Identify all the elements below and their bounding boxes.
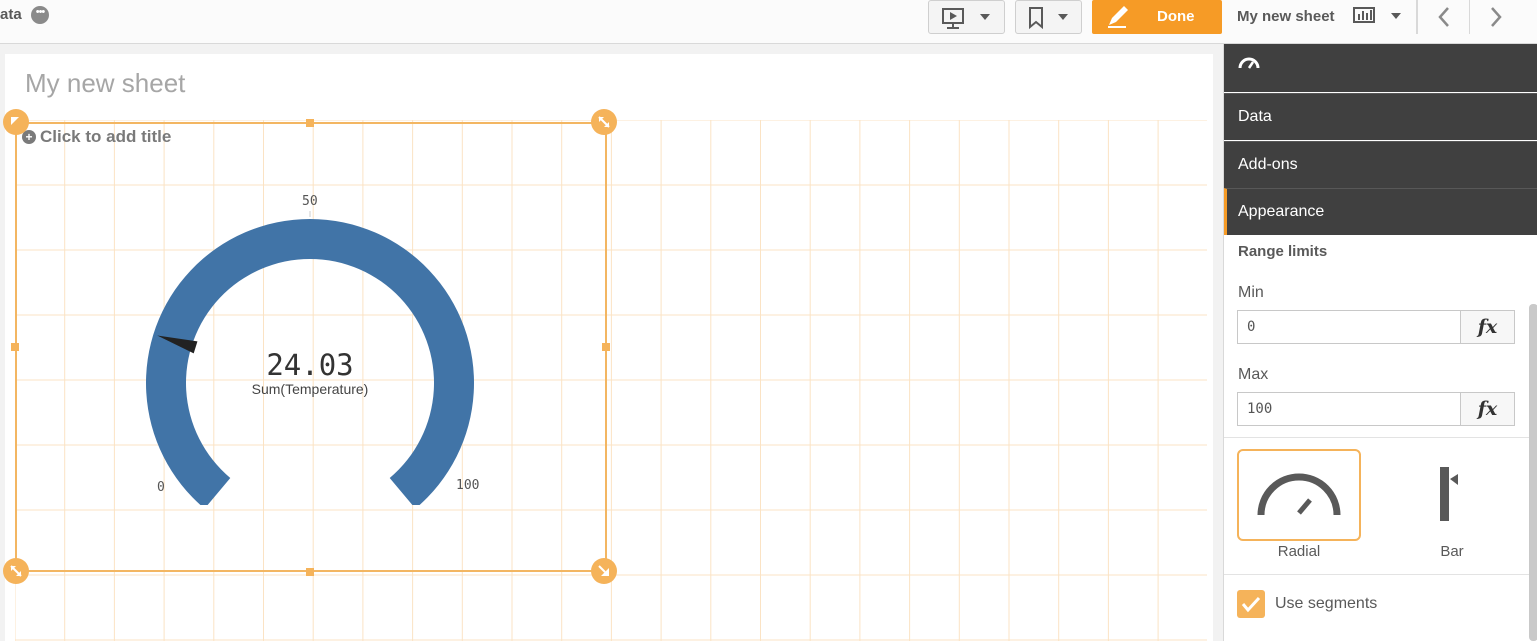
more-options-icon[interactable]: ••• — [31, 6, 49, 24]
max-label: Max — [1238, 366, 1269, 383]
max-expression-button[interactable]: fx — [1460, 393, 1514, 425]
chevron-down-icon — [1391, 13, 1401, 19]
radial-style-label: Radial — [1277, 543, 1321, 560]
panel-header — [1224, 44, 1537, 92]
gauge-measure-label: Sum(Temperature) — [251, 381, 369, 397]
gauge-chart[interactable] — [130, 185, 490, 505]
range-limits-title: Range limits — [1238, 243, 1328, 260]
resize-arrow-icon — [598, 565, 609, 576]
gauge-value: 24.03 — [266, 348, 354, 382]
max-input[interactable] — [1238, 393, 1460, 425]
radial-gauge-icon — [1257, 473, 1341, 516]
gauge-icon — [1238, 57, 1260, 69]
bar-style-label: Bar — [1440, 543, 1464, 560]
add-title-prompt[interactable]: + Click to add title — [22, 127, 171, 147]
sheet-title[interactable]: My new sheet — [25, 68, 185, 99]
present-icon — [942, 8, 990, 29]
resize-handle-top-right[interactable] — [591, 109, 617, 135]
bar-gauge-icon — [1440, 467, 1458, 521]
resize-handle-top[interactable] — [306, 119, 314, 127]
resize-handle-top-left[interactable] — [3, 109, 29, 135]
checkmark-icon — [1241, 596, 1261, 613]
use-segments-checkbox[interactable] — [1237, 590, 1265, 618]
resize-handle-left[interactable] — [11, 343, 19, 351]
section-addons[interactable]: Add-ons — [1224, 141, 1537, 188]
chevron-left-icon — [1438, 7, 1449, 27]
divider — [1224, 574, 1534, 575]
use-segments-label: Use segments — [1275, 595, 1378, 612]
bar-style-option[interactable] — [1390, 449, 1514, 541]
min-input[interactable] — [1238, 311, 1460, 343]
sheet-selector-label: My new sheet — [1237, 8, 1335, 25]
present-button[interactable] — [928, 0, 1005, 34]
resize-handle-right[interactable] — [602, 343, 610, 351]
previous-sheet-button[interactable] — [1417, 0, 1469, 34]
divider — [1224, 437, 1534, 438]
gauge-tick-label-min: 0 — [157, 480, 165, 495]
toolbar: ata ••• Done My new sheet — [0, 0, 1537, 44]
bookmark-button[interactable] — [1015, 0, 1082, 34]
section-appearance-label: Appearance — [1238, 203, 1325, 220]
properties-panel: Data Add-ons Appearance Range limits Min… — [1223, 44, 1537, 641]
section-addons-label: Add-ons — [1238, 156, 1298, 173]
min-field: fx — [1237, 310, 1515, 344]
min-expression-button[interactable]: fx — [1460, 311, 1514, 343]
gauge-tick-label-mid: 50 — [302, 194, 318, 209]
sheet-selector[interactable]: My new sheet — [1225, 0, 1417, 34]
resize-arrow-icon — [598, 116, 610, 128]
pencil-icon — [1108, 6, 1128, 28]
section-appearance[interactable]: Appearance — [1224, 188, 1537, 235]
resize-handle-bottom[interactable] — [306, 568, 314, 576]
sheet-chart-icon — [1353, 7, 1401, 23]
radial-style-option[interactable] — [1237, 449, 1361, 541]
resize-handle-bottom-right[interactable] — [591, 558, 617, 584]
gauge-tick-label-max: 100 — [456, 478, 480, 493]
min-label: Min — [1238, 284, 1264, 301]
section-data[interactable]: Data — [1224, 93, 1537, 140]
resize-arrow-icon — [10, 565, 22, 577]
section-data-label: Data — [1238, 108, 1272, 125]
max-field: fx — [1237, 392, 1515, 426]
resize-arrow-icon — [11, 117, 19, 125]
panel-scrollbar[interactable] — [1529, 304, 1537, 641]
bookmark-icon — [1029, 7, 1068, 30]
chevron-right-icon — [1491, 7, 1502, 27]
done-button[interactable]: Done — [1092, 0, 1222, 34]
add-title-label: Click to add title — [40, 127, 172, 146]
done-label: Done — [1157, 8, 1195, 25]
app-name: ata — [0, 6, 22, 23]
next-sheet-button[interactable] — [1469, 0, 1521, 34]
resize-handle-bottom-left[interactable] — [3, 558, 29, 584]
